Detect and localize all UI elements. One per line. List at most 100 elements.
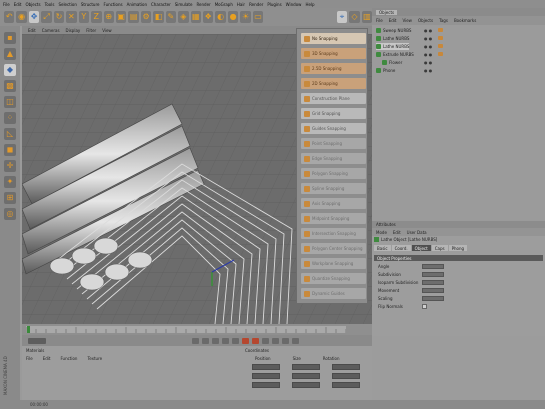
coordinate-field[interactable] [332, 364, 360, 370]
coordinate-field[interactable] [252, 364, 280, 370]
menu-item[interactable]: Render [196, 2, 210, 7]
materials-menu-item[interactable]: Function [60, 356, 77, 361]
menu-item[interactable]: Help [305, 2, 314, 7]
snap-menu-item[interactable]: Intersection Snapping [301, 228, 366, 239]
coordinate-field[interactable] [292, 373, 320, 379]
coordinate-field[interactable] [292, 364, 320, 370]
snap-menu-item[interactable]: Spline Snapping [301, 183, 366, 194]
menu-item[interactable]: Simulate [175, 2, 193, 7]
attribute-tab[interactable]: Phong [448, 245, 468, 251]
render-view-icon[interactable]: ▣ [115, 11, 127, 23]
attributes-menu-item[interactable]: Edit [393, 230, 401, 235]
go-to-end-button[interactable] [232, 337, 239, 344]
viewport-menu-item[interactable]: Edit [28, 28, 36, 33]
object-list-item[interactable]: Extrude NURBS [376, 51, 414, 58]
axis-mode-icon[interactable]: ✛ [4, 160, 16, 172]
attribute-tab[interactable]: Basic [374, 245, 391, 251]
scene-icon[interactable]: ◐ [215, 11, 226, 23]
attribute-tab[interactable]: Object [411, 245, 431, 251]
snap-menu-item[interactable]: Polygon Center Snapping [301, 243, 366, 254]
object-list-item[interactable]: Flower [376, 59, 402, 66]
play-button[interactable] [212, 337, 219, 344]
snap-menu-item[interactable]: Point Snapping [301, 138, 366, 149]
snap-menu-item[interactable]: Edge Snapping [301, 153, 366, 164]
autokey-button[interactable] [252, 337, 259, 344]
object-list-item[interactable]: Phone [376, 67, 395, 74]
playhead[interactable] [27, 326, 30, 333]
snap-menu-item[interactable]: Midpoint Snapping [301, 213, 366, 224]
parameter-value-field[interactable] [422, 295, 444, 301]
keyframe-selection-button[interactable] [262, 337, 269, 344]
rotate-icon[interactable]: ↻ [53, 11, 65, 23]
menu-item[interactable]: Edit [14, 2, 22, 7]
scale-key-button[interactable] [282, 337, 289, 344]
go-to-start-button[interactable] [192, 337, 199, 344]
coordinate-field[interactable] [332, 382, 360, 388]
floor-icon[interactable]: ▭ [252, 11, 264, 23]
start-frame-field[interactable] [28, 337, 46, 344]
menu-item[interactable]: Structure [81, 2, 100, 7]
polygons-mode-icon[interactable]: ◼ [4, 144, 16, 156]
parameter-value-field[interactable] [422, 287, 444, 293]
viewport-menu-item[interactable]: Filter [86, 28, 96, 33]
array-icon[interactable]: ▦ [190, 11, 201, 23]
object-mode-icon[interactable]: ◆ [4, 64, 16, 76]
snap-menu-item[interactable]: Quantize Snapping [301, 273, 366, 284]
timeline-ruler[interactable] [25, 326, 347, 333]
workplane-icon[interactable]: ◇ [349, 11, 360, 23]
next-frame-button[interactable] [222, 337, 229, 344]
render-settings-icon[interactable]: ⚙ [140, 11, 152, 23]
menu-item[interactable]: MoGraph [215, 2, 233, 7]
materials-menu-item[interactable]: Edit [43, 356, 51, 361]
rotation-key-button[interactable] [292, 337, 299, 344]
attributes-menu-item[interactable]: Mode [376, 230, 387, 235]
texture-mode-icon[interactable]: ▩ [4, 80, 16, 92]
attributes-menu-item[interactable]: User Data [407, 230, 427, 235]
visibility-toggle-icon[interactable]: ● ● [424, 60, 432, 65]
menu-item[interactable]: Hair [237, 2, 245, 7]
snap-menu-item[interactable]: Grid Snapping [301, 108, 366, 119]
x-axis-icon[interactable]: ✕ [66, 11, 77, 23]
coordinate-field[interactable] [252, 373, 280, 379]
visibility-toggle-icon[interactable]: ● ● [424, 36, 432, 41]
material-tag-icon[interactable] [438, 36, 443, 40]
object-list-item[interactable]: Lathe NURBS [376, 35, 409, 42]
parameter-value-field[interactable] [422, 263, 444, 269]
parameter-checkbox[interactable] [422, 303, 427, 309]
material-tag-icon[interactable] [438, 52, 443, 56]
edges-mode-icon[interactable]: ◺ [4, 128, 16, 140]
menu-item[interactable]: Functions [103, 2, 122, 7]
pen-spline-icon[interactable]: ✎ [165, 11, 177, 23]
menu-item[interactable]: Render [249, 2, 263, 7]
object-manager-menu-item[interactable]: Edit [389, 18, 397, 23]
y-axis-icon[interactable]: Y [78, 11, 90, 23]
object-manager-menu-item[interactable]: Bookmarks [454, 18, 476, 23]
tweak-mode-icon[interactable]: ✦ [4, 176, 16, 188]
workplane-mode-icon[interactable]: ◫ [4, 96, 16, 108]
coordinate-field[interactable] [332, 373, 360, 379]
snap-menu-item[interactable]: Workplane Snapping [301, 258, 366, 269]
points-mode-icon[interactable]: ⁘ [4, 112, 16, 124]
snap-mode-icon[interactable]: ⊞ [4, 192, 16, 204]
visibility-toggle-icon[interactable]: ● ● [424, 52, 432, 57]
layout-icon[interactable]: ▥ [361, 11, 373, 23]
snap-menu-item[interactable]: Guides Snapping [301, 123, 366, 134]
model-mode-icon[interactable]: ▲ [4, 48, 16, 60]
viewport-menu-item[interactable]: Display [66, 28, 81, 33]
visibility-toggle-icon[interactable]: ● ● [424, 44, 432, 49]
snap-menu-item[interactable]: 2D Snapping [301, 78, 366, 89]
snap-icon[interactable]: ⌖ [336, 11, 348, 23]
material-tag-icon[interactable] [438, 44, 443, 48]
live-selection-icon[interactable]: ◉ [16, 11, 27, 23]
object-list-item[interactable]: Lathe NURBS [376, 43, 410, 50]
render-picture-viewer-icon[interactable]: ▤ [128, 11, 139, 23]
menu-item[interactable]: Tools [45, 2, 55, 7]
make-editable-icon[interactable]: ▪ [4, 32, 16, 44]
coordinate-system-icon[interactable]: ⊕ [103, 11, 114, 23]
tab-objects[interactable]: Objects [376, 9, 398, 15]
record-button[interactable] [242, 337, 249, 344]
z-axis-icon[interactable]: Z [91, 11, 102, 23]
parameter-value-field[interactable] [422, 271, 444, 277]
menu-item[interactable]: Selection [58, 2, 76, 7]
attribute-tab[interactable]: Coord. [391, 245, 411, 251]
